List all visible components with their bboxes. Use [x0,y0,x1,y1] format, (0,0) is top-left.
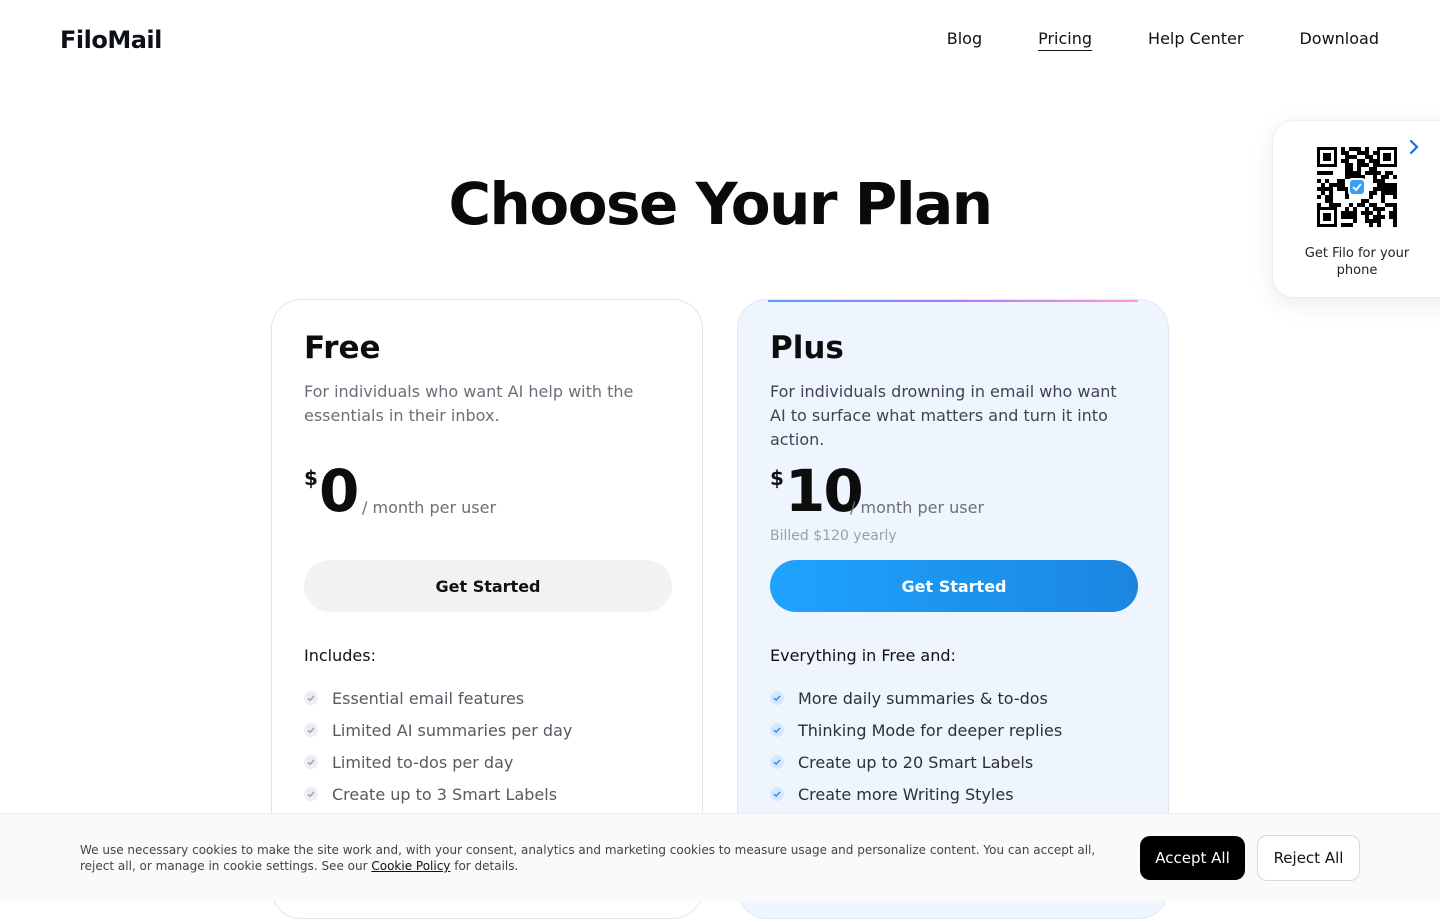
check-icon [304,723,318,737]
logo[interactable]: FiloMail [60,26,162,54]
feature-label: Create up to 20 Smart Labels [798,752,1034,772]
feature-list: More daily summaries & to-dos Thinking M… [770,682,1062,810]
price-period: / month per user [850,498,985,517]
feature-label: Limited AI summaries per day [332,720,573,740]
check-icon [304,691,318,705]
cookie-policy-link[interactable]: Cookie Policy [371,859,450,873]
list-item: Limited AI summaries per day [304,714,572,746]
chevron-right-icon[interactable] [1406,139,1422,155]
gradient-accent-line [768,300,1138,302]
plan-description: For individuals who want AI help with th… [304,382,634,425]
nav-blog[interactable]: Blog [947,29,982,48]
main-nav: Blog Pricing Help Center Download [947,29,1379,48]
cookie-text: We use necessary cookies to make the sit… [80,843,1096,873]
plan-description: For individuals drowning in email who wa… [770,382,1117,449]
currency-symbol: $ [770,466,784,490]
price-amount: 0 [319,457,359,525]
list-item: Create up to 20 Smart Labels [770,746,1062,778]
billing-note: Billed $120 yearly [770,528,897,544]
nav-pricing[interactable]: Pricing [1038,29,1092,48]
check-icon [770,755,784,769]
reject-all-button[interactable]: Reject All [1257,835,1360,881]
list-item: More daily summaries & to-dos [770,682,1062,714]
check-icon [770,787,784,801]
currency-symbol: $ [304,466,318,490]
includes-heading: Everything in Free and: [770,646,956,665]
plan-name: Free [304,330,381,366]
list-item: Thinking Mode for deeper replies [770,714,1062,746]
plan-name: Plus [770,330,844,366]
list-item: Create more Writing Styles [770,778,1062,810]
check-icon [304,787,318,801]
nav-help-center[interactable]: Help Center [1148,29,1243,48]
feature-label: Essential email features [332,688,525,708]
list-item: Create up to 3 Smart Labels [304,778,572,810]
nav-download[interactable]: Download [1299,29,1379,48]
feature-list: Essential email features Limited AI summ… [304,682,572,810]
includes-heading: Includes: [304,646,376,665]
feature-label: Limited to-dos per day [332,752,514,772]
list-item: Essential email features [304,682,572,714]
feature-label: Thinking Mode for deeper replies [798,720,1063,740]
check-icon [770,723,784,737]
cookie-banner: We use necessary cookies to make the sit… [0,813,1440,901]
cookie-message: We use necessary cookies to make the sit… [80,842,1110,874]
page-title: Choose Your Plan [448,170,993,238]
get-started-plus-button[interactable]: Get Started [770,560,1138,612]
check-icon [304,755,318,769]
feature-label: Create more Writing Styles [798,784,1014,804]
feature-label: Create up to 3 Smart Labels [332,784,558,804]
get-started-free-button[interactable]: Get Started [304,560,672,612]
check-icon [770,691,784,705]
list-item: Limited to-dos per day [304,746,572,778]
feature-label: More daily summaries & to-dos [798,688,1048,708]
cookie-text-end: for details. [450,859,519,873]
price-period: / month per user [362,498,497,517]
accept-all-button[interactable]: Accept All [1140,836,1245,880]
qr-caption: Get Filo for your phone [1304,246,1410,278]
